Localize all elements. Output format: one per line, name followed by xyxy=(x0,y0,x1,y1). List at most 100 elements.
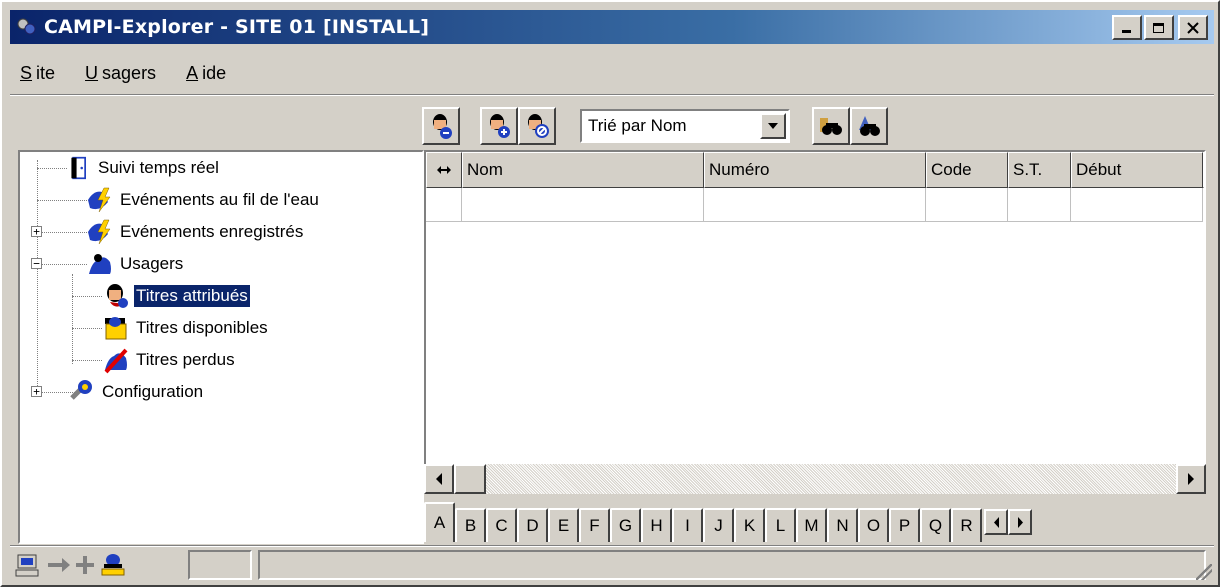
column-header-extra[interactable] xyxy=(1203,152,1204,188)
cell-code[interactable] xyxy=(926,188,1008,222)
lightning-icon xyxy=(88,219,111,245)
column-header-st[interactable]: S.T. xyxy=(1008,152,1071,188)
alphabet-tab-f[interactable]: F xyxy=(579,508,610,542)
tree-item-titres-perdus[interactable]: Titres perdus xyxy=(102,346,237,374)
tree-item-label: Suivi temps réel xyxy=(98,158,219,177)
arrow-left-icon xyxy=(436,473,442,485)
scroll-left-button[interactable] xyxy=(424,464,454,494)
tree-item-label: Evénements au fil de l'eau xyxy=(120,190,319,209)
door-icon xyxy=(71,156,86,180)
close-icon xyxy=(1187,21,1199,34)
menu-bar: Site Usagers Aide xyxy=(12,58,230,88)
find-button[interactable] xyxy=(850,107,888,145)
add-user-button[interactable] xyxy=(480,107,518,145)
alphabet-tab-h[interactable]: H xyxy=(641,508,672,542)
cell-nom[interactable] xyxy=(462,188,704,222)
alphabet-tab-a[interactable]: A xyxy=(424,502,455,542)
navigation-tree[interactable]: + − + Suivi temps réel Evénements au fil… xyxy=(18,150,424,544)
sort-select[interactable]: Trié par Nom xyxy=(580,109,790,143)
view-user-button[interactable] xyxy=(422,107,460,145)
cell-numero[interactable] xyxy=(704,188,926,222)
tree-connector xyxy=(72,296,102,297)
tree-connector xyxy=(37,168,67,169)
alphabet-tab-p[interactable]: P xyxy=(889,508,920,542)
tree-item-suivi[interactable]: Suivi temps réel xyxy=(68,154,221,182)
tree-connector xyxy=(42,232,87,233)
menu-site[interactable]: Site xyxy=(12,63,59,84)
block-user-button[interactable] xyxy=(518,107,556,145)
tree-item-titres-disponibles[interactable]: Titres disponibles xyxy=(102,314,270,342)
scroll-right-button[interactable] xyxy=(1176,464,1206,494)
alphabet-prev-button[interactable] xyxy=(984,509,1008,535)
collapse-toggle[interactable]: − xyxy=(31,258,42,269)
horizontal-scrollbar[interactable] xyxy=(424,464,1206,494)
users-icon xyxy=(89,254,111,274)
tree-item-evenements-fil[interactable]: Evénements au fil de l'eau xyxy=(86,186,321,214)
arrow-left-icon xyxy=(993,516,999,528)
expand-toggle[interactable]: + xyxy=(31,226,42,237)
alphabet-tab-l[interactable]: L xyxy=(765,508,796,542)
minimize-icon xyxy=(1122,29,1131,33)
lost-titles-icon xyxy=(104,348,128,374)
resize-arrows-icon xyxy=(437,166,451,174)
tree-connector xyxy=(37,200,87,201)
expand-toggle[interactable]: + xyxy=(31,386,42,397)
alphabet-tab-m[interactable]: M xyxy=(796,508,827,542)
scroll-thumb[interactable] xyxy=(454,464,486,494)
tree-item-usagers[interactable]: Usagers xyxy=(86,250,185,278)
alphabet-tab-i[interactable]: I xyxy=(672,508,703,542)
grid-header: Nom Numéro Code S.T. Début xyxy=(426,152,1204,188)
tree-item-configuration[interactable]: Configuration xyxy=(68,378,205,406)
alphabet-tab-k[interactable]: K xyxy=(734,508,765,542)
alphabet-tab-c[interactable]: C xyxy=(486,508,517,542)
minimize-button[interactable] xyxy=(1112,15,1142,40)
tree-item-label: Configuration xyxy=(102,382,204,401)
tree-item-label: Titres disponibles xyxy=(136,318,268,337)
tree-item-evenements-enregistres[interactable]: Evénements enregistrés xyxy=(86,218,305,246)
cell-debut[interactable] xyxy=(1071,188,1203,222)
sort-select-value: Trié par Nom xyxy=(588,116,687,135)
arrow-right-icon xyxy=(1017,516,1023,528)
column-resize-handle[interactable] xyxy=(426,152,462,188)
alphabet-tab-r[interactable]: R xyxy=(951,508,982,542)
user-status-icon xyxy=(101,554,125,576)
row-indicator xyxy=(426,188,462,222)
status-bar xyxy=(10,548,1214,582)
table-row[interactable] xyxy=(426,188,1203,222)
column-header-debut[interactable]: Début xyxy=(1071,152,1203,188)
alphabet-tab-o[interactable]: O xyxy=(858,508,889,542)
plus-icon xyxy=(76,556,94,574)
maximize-icon xyxy=(1153,22,1164,33)
tree-connector xyxy=(72,360,102,361)
close-button[interactable] xyxy=(1178,15,1208,40)
alphabet-tab-d[interactable]: D xyxy=(517,508,548,542)
resize-grip[interactable] xyxy=(1196,564,1212,580)
column-header-numero[interactable]: Numéro xyxy=(704,152,926,188)
alphabet-tab-b[interactable]: B xyxy=(455,508,486,542)
alphabet-tab-g[interactable]: G xyxy=(610,508,641,542)
computer-icon xyxy=(15,554,39,577)
arrow-right-icon xyxy=(1188,473,1194,485)
maximize-button[interactable] xyxy=(1144,15,1174,40)
alphabet-tab-e[interactable]: E xyxy=(548,508,579,542)
alphabet-tab-j[interactable]: J xyxy=(703,508,734,542)
title-bar[interactable]: CAMPI-Explorer - SITE 01 [INSTALL] xyxy=(10,10,1214,44)
user-block-icon xyxy=(528,114,549,138)
cell-st[interactable] xyxy=(1008,188,1071,222)
column-header-code[interactable]: Code xyxy=(926,152,1008,188)
column-header-nom[interactable]: Nom xyxy=(462,152,704,188)
menu-aide[interactable]: Aide xyxy=(178,63,230,84)
menu-usagers[interactable]: Usagers xyxy=(77,63,160,84)
scroll-track[interactable] xyxy=(486,464,1176,494)
search-filter-icon xyxy=(820,118,842,135)
wrench-icon xyxy=(70,380,92,400)
search-filter-button[interactable] xyxy=(812,107,850,145)
tree-connector xyxy=(72,274,73,364)
data-grid[interactable]: Nom Numéro Code S.T. Début xyxy=(424,150,1206,494)
dropdown-button[interactable] xyxy=(760,113,786,139)
alphabet-next-button[interactable] xyxy=(1008,509,1032,535)
alphabet-tab-q[interactable]: Q xyxy=(920,508,951,542)
alphabet-nav xyxy=(984,509,1032,535)
alphabet-tab-n[interactable]: N xyxy=(827,508,858,542)
tree-item-titres-attribues[interactable]: Titres attribués xyxy=(102,282,251,310)
